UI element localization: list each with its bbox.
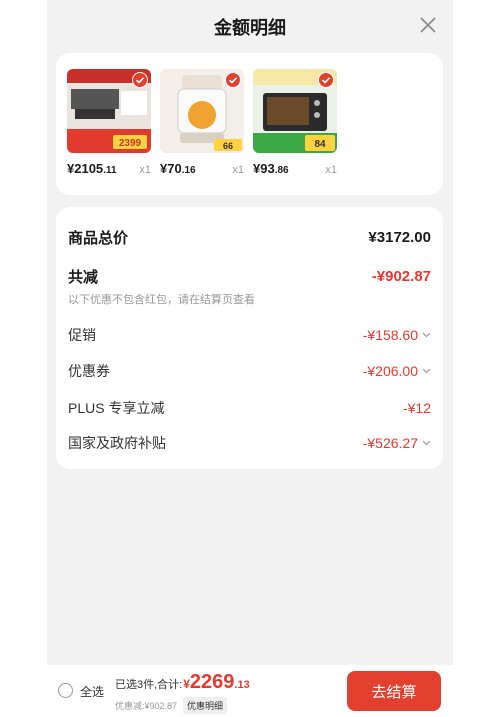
subsidy-row[interactable]: 国家及政府补贴 -¥526.27 [68, 433, 431, 453]
discount-amount: 优惠减:¥902.87 [115, 701, 178, 711]
summary-amount: 2269 [189, 671, 235, 693]
sheet-header: 金额明细 [47, 0, 453, 52]
product-price-decimal: .16 [181, 165, 196, 176]
product-quantity: x1 [232, 164, 244, 176]
promotion-value: -¥158.60 [362, 327, 418, 343]
discount-note: 以下优惠不包含红包，请在结算页查看 [68, 294, 255, 306]
price-breakdown-card: 商品总价 ¥3172.00 共减 -¥902.87 以下优惠不包含红包，请在结算… [56, 207, 443, 469]
product-quantity: x1 [139, 164, 151, 176]
total-price-value: ¥3172.00 [368, 229, 431, 246]
coupon-value: -¥206.00 [362, 363, 418, 379]
product-price: ¥93 [253, 161, 275, 176]
product-thumbnail[interactable]: 2399 [67, 69, 151, 153]
coupon-label: 优惠券 [68, 363, 110, 379]
product-item[interactable]: 2399 ¥2105 .11 x1 [67, 69, 151, 176]
product-item[interactable]: 66 ¥70 .16 x1 [160, 69, 244, 176]
product-price: ¥2105 [67, 161, 104, 176]
product-price: ¥70 [160, 161, 182, 176]
product-thumbnail[interactable]: 84 [253, 69, 337, 153]
summary-amount-decimal: .13 [234, 679, 250, 691]
coupon-row[interactable]: 优惠券 -¥206.00 [68, 361, 431, 381]
plus-discount-label: PLUS 专享立减 [68, 400, 165, 416]
amount-detail-sheet: 金额明细 2399 ¥2105 .11 x1 66 ¥70 .16 x1 84 … [47, 0, 453, 717]
total-price-row: 商品总价 ¥3172.00 [68, 227, 431, 248]
product-quantity: x1 [325, 164, 337, 176]
select-all-radio[interactable] [58, 683, 73, 698]
subsidy-value: -¥526.27 [362, 435, 418, 451]
subsidy-label: 国家及政府补贴 [68, 435, 166, 451]
plus-discount-value: -¥12 [402, 400, 431, 416]
selected-check-icon[interactable] [318, 72, 334, 88]
discount-summary: 优惠减:¥902.87 优惠明细 [115, 697, 228, 714]
thumb-price-text: 2399 [119, 138, 142, 149]
summary-text: 已选3件,合计: [115, 679, 183, 691]
chevron-down-icon[interactable] [422, 440, 431, 446]
thumb-price-text: 84 [314, 139, 326, 150]
product-item[interactable]: 84 ¥93 .86 x1 [253, 69, 337, 176]
total-summary: 已选3件,合计: ¥ 2269 .13 [115, 671, 250, 694]
total-price-label: 商品总价 [68, 230, 129, 247]
thumb-price-text: 66 [223, 141, 233, 151]
product-list-card: 2399 ¥2105 .11 x1 66 ¥70 .16 x1 84 ¥93 .… [56, 53, 443, 195]
discount-detail-tag[interactable]: 优惠明细 [183, 697, 228, 714]
plus-discount-row: PLUS 专享立减 -¥12 [68, 398, 431, 418]
product-price-decimal: .11 [103, 165, 117, 176]
sheet-title: 金额明细 [214, 18, 286, 38]
promotion-label: 促销 [68, 327, 96, 343]
total-reduction-label: 共减 [68, 269, 99, 286]
product-thumbnail[interactable]: 66 [160, 69, 244, 153]
selected-check-icon[interactable] [132, 72, 148, 88]
chevron-down-icon[interactable] [422, 332, 431, 338]
checkout-button[interactable]: 去结算 [347, 671, 441, 711]
select-all-label[interactable]: 全选 [80, 683, 104, 700]
close-icon[interactable] [419, 16, 437, 34]
summary-currency: ¥ [183, 677, 190, 691]
chevron-down-icon[interactable] [422, 368, 431, 374]
product-price-decimal: .86 [274, 165, 289, 176]
promotion-row[interactable]: 促销 -¥158.60 [68, 325, 431, 345]
checkout-bar: 全选 已选3件,合计: ¥ 2269 .13 优惠减:¥902.87 优惠明细 … [47, 665, 453, 717]
total-reduction-value: -¥902.87 [371, 268, 431, 285]
selected-check-icon[interactable] [225, 72, 241, 88]
total-reduction-row: 共减 -¥902.87 [68, 266, 431, 287]
